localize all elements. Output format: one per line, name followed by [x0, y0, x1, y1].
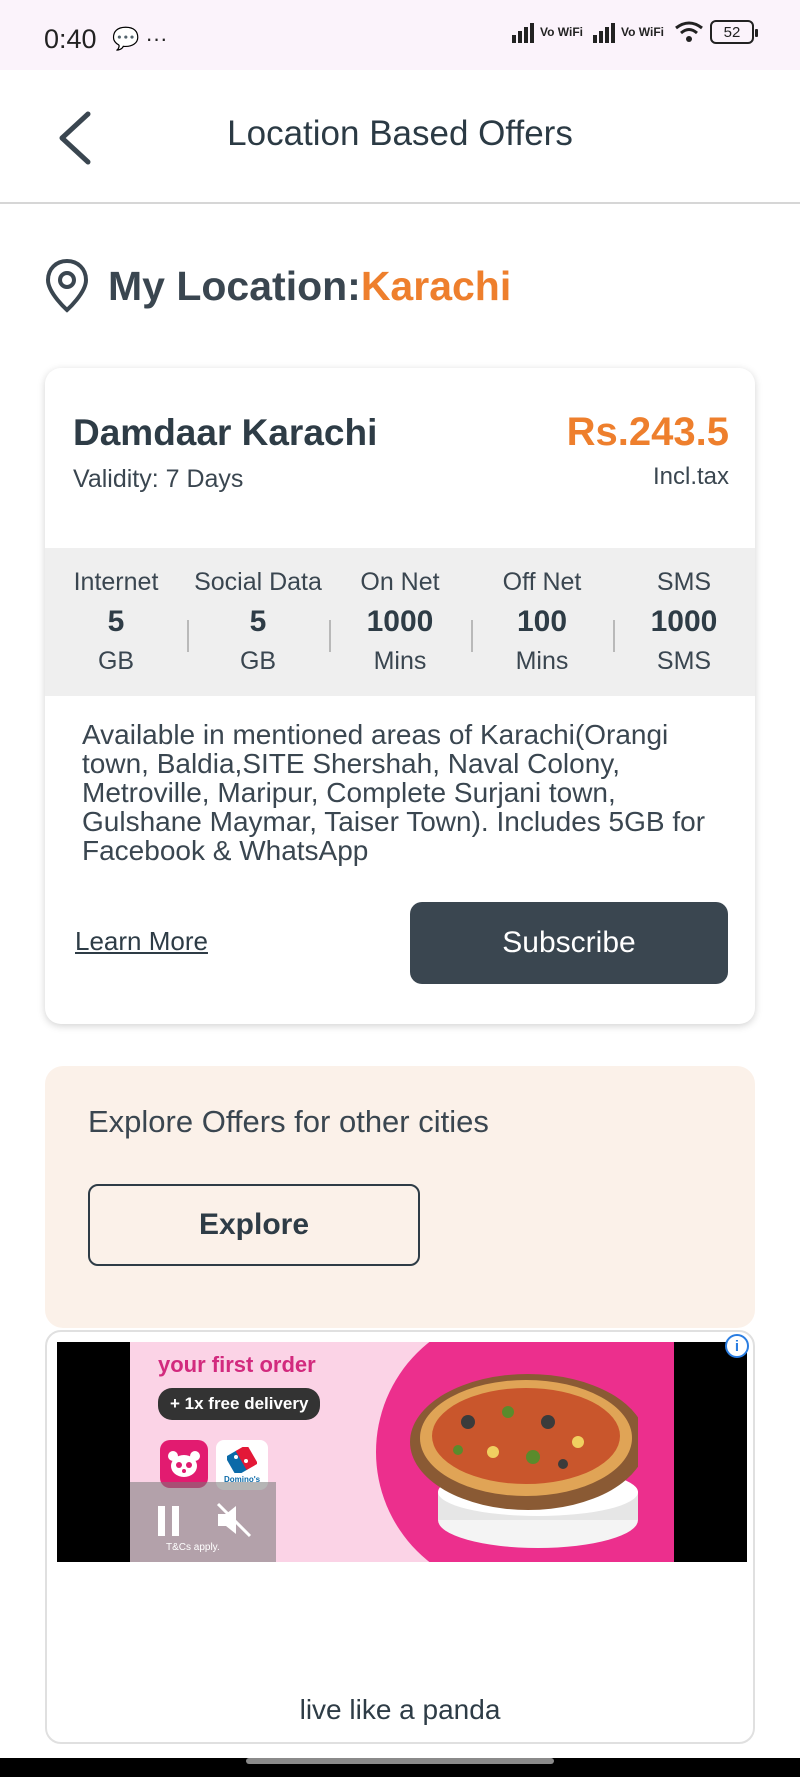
stat-value: 5 [107, 605, 125, 638]
status-time: 0:40 [44, 24, 97, 54]
stat-label: Off Net [502, 568, 582, 596]
vowifi-label-1: Vo WiFi [540, 25, 583, 39]
offer-validity: Validity: 7 Days [73, 465, 244, 493]
stat-value: 1000 [366, 605, 434, 638]
vowifi-label-2: Vo WiFi [621, 25, 664, 39]
location-label: My Location: [108, 262, 361, 309]
ad-delivery-pill: + 1x free delivery [158, 1388, 321, 1420]
offer-stats: Internet 5 GB Social Data 5 GB On Net 10… [45, 548, 755, 696]
stat-unit: Mins [515, 647, 569, 675]
status-right-icons: Vo WiFi Vo WiFi 52 [512, 20, 758, 44]
wifi-icon [675, 21, 703, 42]
ad-terms: T&Cs apply. [166, 1542, 220, 1553]
ad-tagline[interactable]: live like a panda [47, 1694, 753, 1726]
location-city[interactable]: Karachi [361, 263, 511, 310]
stat-unit: Mins [373, 647, 427, 675]
notification-icons: 💬 ··· [112, 26, 168, 51]
stat-off-net: Off Net 100 Mins [471, 548, 613, 696]
offer-description: Available in mentioned areas of Karachi(… [82, 719, 706, 866]
pause-icon[interactable] [154, 1504, 184, 1538]
home-indicator[interactable] [246, 1758, 554, 1764]
offer-name: Damdaar Karachi [73, 412, 378, 453]
offer-tax-note: Incl.tax [652, 463, 729, 490]
stat-value: 1000 [650, 605, 718, 638]
stat-label: SMS [656, 568, 712, 596]
app-header: Location Based Offers [0, 70, 800, 204]
battery-icon: 52 [710, 20, 758, 44]
stat-value: 100 [516, 605, 568, 638]
learn-more-link[interactable]: Learn More [75, 926, 208, 957]
ad-card[interactable]: your first order + 1x free delivery Domi… [45, 1330, 755, 1744]
stat-social-data: Social Data 5 GB [187, 548, 329, 696]
ad-video[interactable]: your first order + 1x free delivery Domi… [57, 1342, 747, 1562]
explore-button[interactable]: Explore [88, 1184, 420, 1266]
stat-value: 5 [249, 605, 267, 638]
stat-unit: GB [239, 647, 277, 675]
location-pin-icon [45, 258, 89, 313]
stat-unit: GB [97, 647, 135, 675]
location-row: My Location: Karachi [44, 258, 511, 314]
ad-info-icon[interactable]: i [725, 1334, 749, 1358]
subscribe-button[interactable]: Subscribe [410, 902, 728, 984]
offer-card: Damdaar Karachi Validity: 7 Days Rs.243.… [45, 368, 755, 1024]
status-bar: 0:40 💬 ··· Vo WiFi Vo WiFi 52 [0, 0, 800, 70]
mute-icon[interactable] [214, 1502, 254, 1538]
explore-card: Explore Offers for other cities Explore [45, 1066, 755, 1328]
ad-controls: T&Cs apply. [130, 1482, 276, 1562]
foodpanda-logo-icon [160, 1440, 208, 1488]
explore-text: Explore Offers for other cities [88, 1104, 489, 1139]
stat-label: Internet [73, 568, 159, 596]
stat-internet: Internet 5 GB [45, 548, 187, 696]
pizza-image [410, 1374, 638, 1548]
signal-icon [512, 21, 534, 43]
stat-label: On Net [360, 568, 440, 596]
page-title: Location Based Offers [227, 114, 573, 153]
stat-unit: SMS [656, 647, 712, 675]
stat-label: Social Data [194, 568, 322, 596]
signal-icon-2 [593, 21, 615, 43]
stat-on-net: On Net 1000 Mins [329, 548, 471, 696]
stat-sms: SMS 1000 SMS [613, 548, 755, 696]
offer-price: Rs.243.5 [566, 410, 729, 454]
ad-headline: your first order [158, 1352, 316, 1377]
